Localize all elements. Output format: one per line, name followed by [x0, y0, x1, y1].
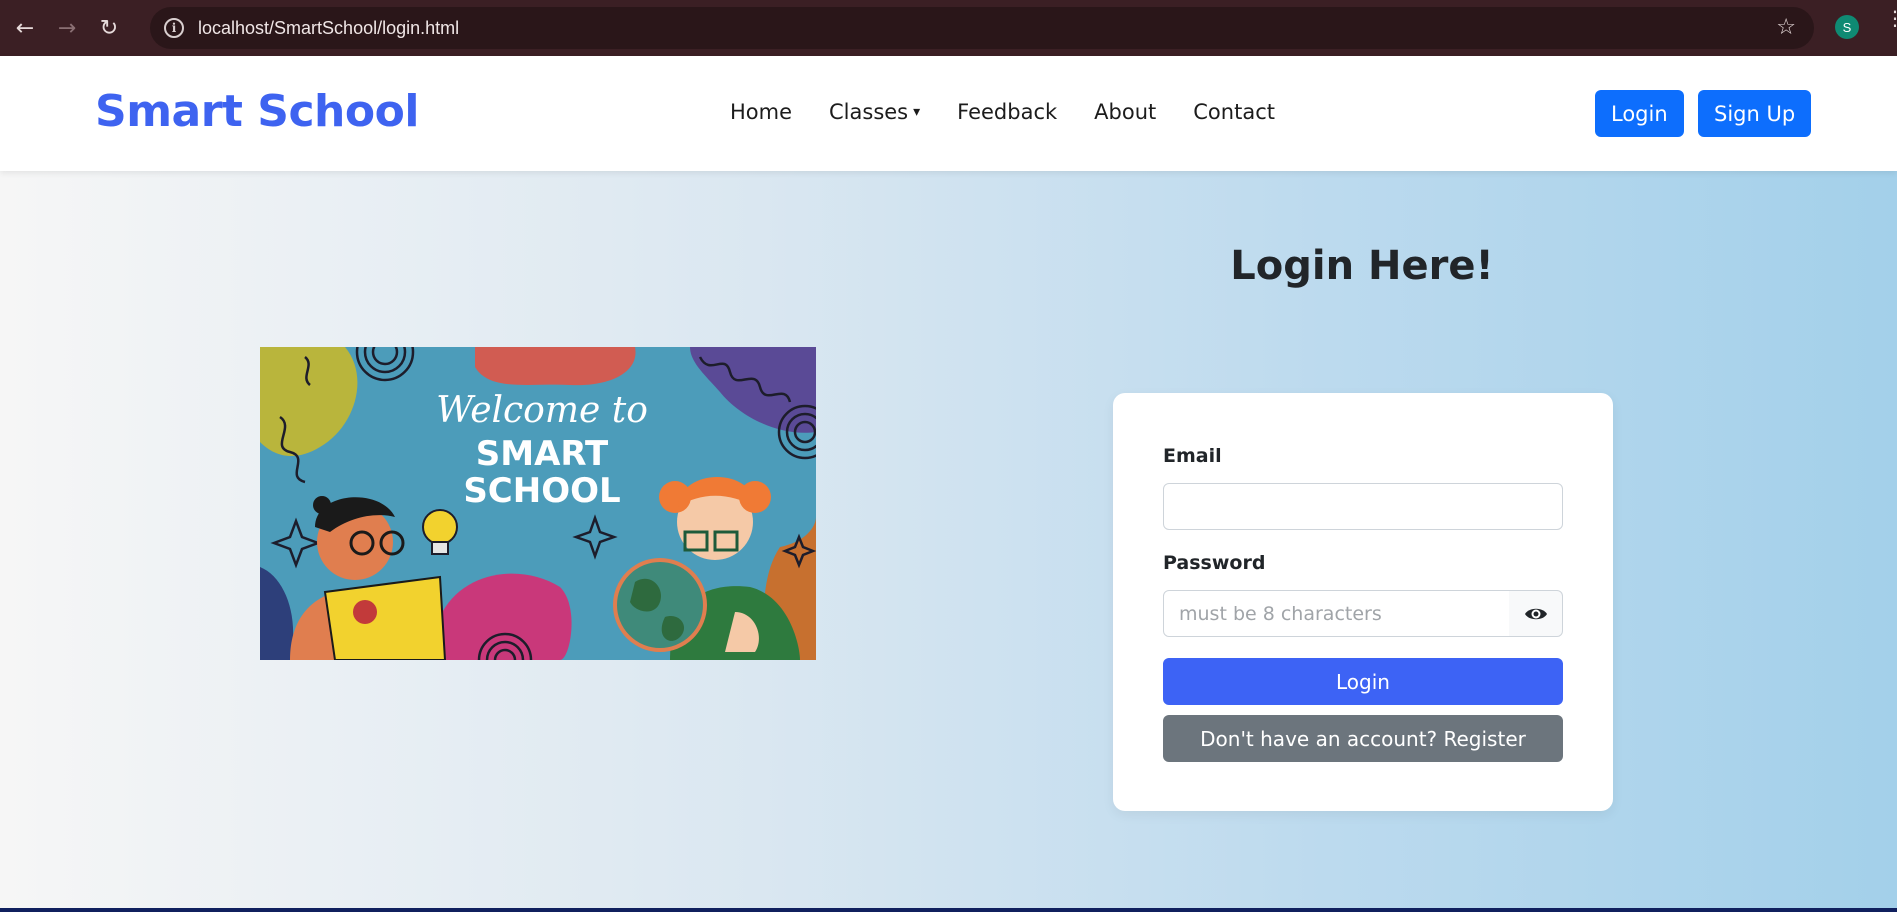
login-form-card: Email Password Login Don't have an accou… [1113, 393, 1613, 811]
nav-about[interactable]: About [1094, 100, 1156, 124]
nav-contact[interactable]: Contact [1193, 100, 1275, 124]
forward-arrow-icon[interactable]: → [50, 11, 84, 45]
nav-signup-button[interactable]: Sign Up [1698, 90, 1812, 137]
main-menu: Home Classes ▾ Feedback About Contact [730, 100, 1312, 124]
nav-login-button[interactable]: Login [1595, 90, 1684, 137]
site-info-icon[interactable]: i [164, 18, 184, 38]
nav-classes-dropdown[interactable]: Classes ▾ [829, 100, 920, 124]
register-button[interactable]: Don't have an account? Register [1163, 715, 1563, 762]
nav-home-label: Home [730, 100, 793, 124]
nav-about-label: About [1094, 100, 1157, 124]
profile-avatar[interactable]: S [1835, 15, 1859, 39]
login-section: Welcome to SMART SCHOOL Login Here! Emai… [0, 171, 1897, 908]
nav-feedback[interactable]: Feedback [957, 100, 1057, 124]
password-field[interactable] [1163, 590, 1510, 637]
hero-line1: Welcome to [436, 390, 648, 431]
login-heading: Login Here! [1230, 243, 1494, 289]
brand-logo[interactable]: Smart School [95, 86, 419, 137]
password-label: Password [1163, 552, 1266, 574]
back-arrow-icon[interactable]: ← [8, 11, 42, 45]
nav-feedback-label: Feedback [957, 100, 1058, 124]
caret-down-icon: ▾ [913, 104, 921, 120]
bookmark-star-icon[interactable]: ☆ [1776, 15, 1796, 40]
site-navbar: Smart School Home Classes ▾ Feedback Abo… [0, 56, 1897, 171]
footer-edge [0, 908, 1897, 912]
welcome-illustration: Welcome to SMART SCHOOL [260, 347, 816, 660]
address-bar[interactable]: i localhost/SmartSchool/login.html ☆ [150, 7, 1814, 49]
nav-home[interactable]: Home [730, 100, 792, 124]
login-submit-button[interactable]: Login [1163, 658, 1563, 705]
url-text[interactable]: localhost/SmartSchool/login.html [198, 18, 459, 39]
hero-line3: SCHOOL [463, 471, 620, 511]
toggle-password-visibility-button[interactable] [1509, 590, 1563, 637]
email-field[interactable] [1163, 483, 1563, 530]
hero-line2: SMART [476, 434, 609, 474]
nav-classes-label: Classes [829, 100, 909, 124]
email-label: Email [1163, 445, 1222, 467]
browser-menu-icon[interactable]: ⋮ [1885, 8, 1897, 28]
nav-contact-label: Contact [1193, 100, 1275, 124]
eye-icon [1524, 608, 1547, 619]
reload-icon[interactable]: ↻ [92, 11, 126, 45]
browser-toolbar: ← → ↻ i localhost/SmartSchool/login.html… [0, 0, 1897, 56]
